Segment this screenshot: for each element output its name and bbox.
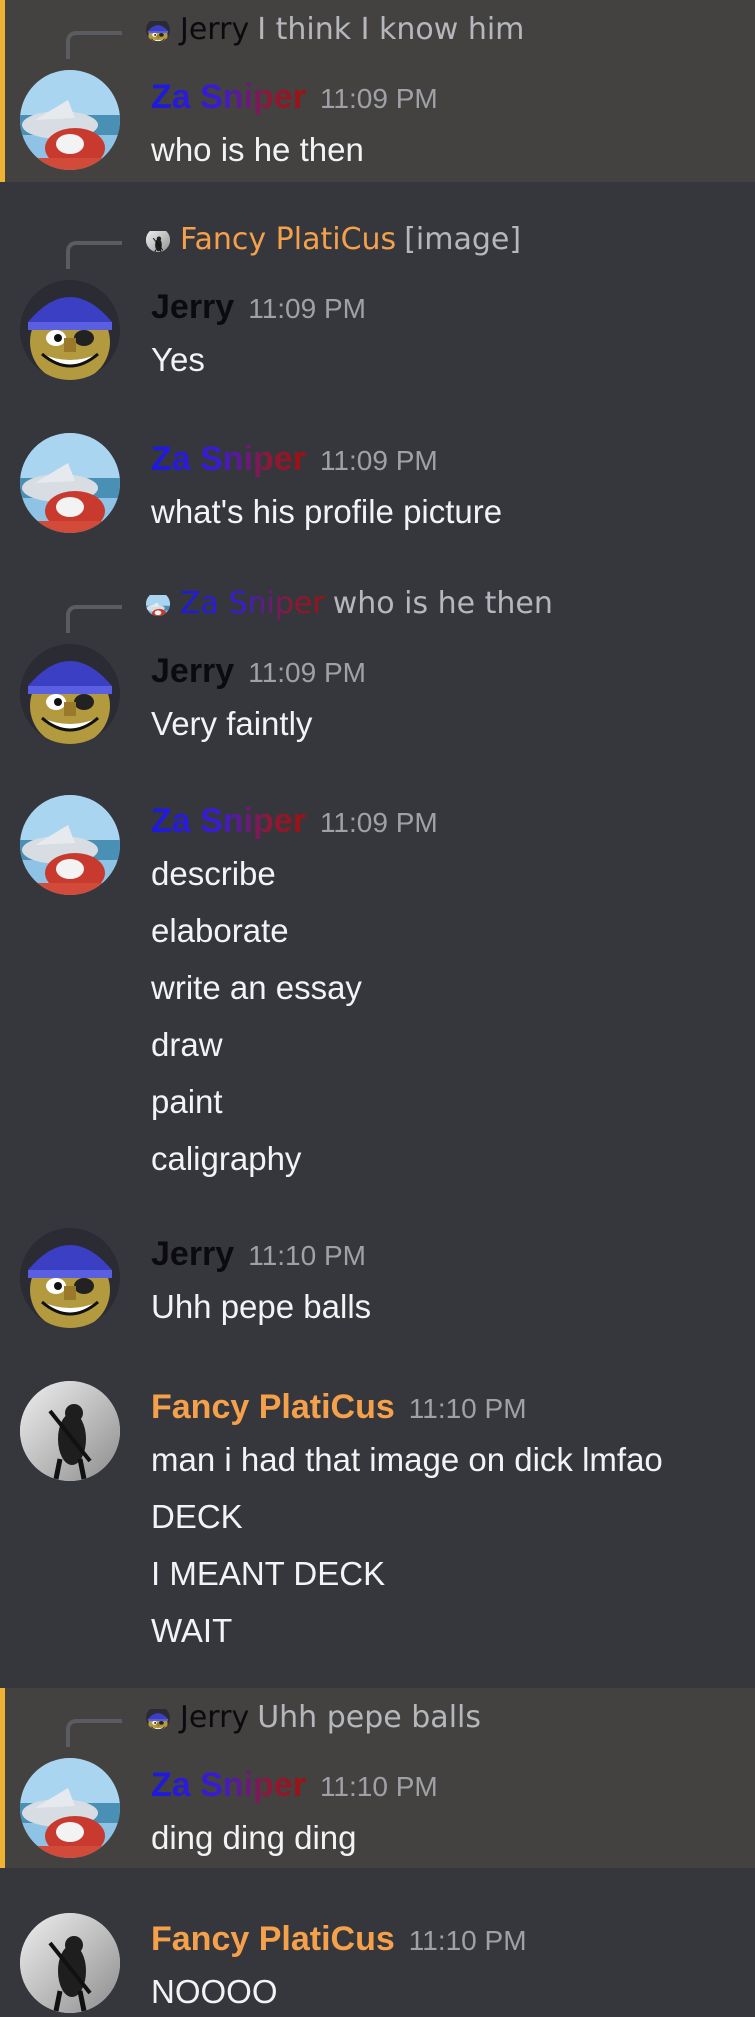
message[interactable]: Fancy PlatiCus 11:10 PM man i had that i…: [0, 1378, 755, 1658]
timestamp: 11:09 PM: [319, 83, 438, 114]
message-text: write an essay: [151, 969, 362, 1006]
username[interactable]: Jerry: [151, 288, 234, 327]
username[interactable]: Fancy PlatiCus: [151, 1388, 395, 1427]
reply-text: who is he then: [332, 586, 553, 621]
message[interactable]: Fancy PlatiCus 11:10 PM NOOOO: [0, 1910, 755, 2017]
username[interactable]: Za Sniper: [151, 1766, 306, 1805]
message-text: DECK: [151, 1498, 243, 1535]
chat-messages: Jerry I think I know him Za Sniper 11:09…: [0, 0, 755, 2017]
avatar[interactable]: [20, 1228, 120, 1328]
message-text: paint: [151, 1083, 223, 1120]
timestamp: 11:09 PM: [319, 807, 438, 838]
message[interactable]: Jerry I think I know him Za Sniper 11:09…: [0, 0, 755, 182]
message-text: who is he then: [151, 131, 364, 168]
message-text: draw: [151, 1026, 223, 1063]
message-text: ding ding ding: [151, 1819, 357, 1856]
message-text: describe: [151, 855, 276, 892]
avatar[interactable]: [20, 280, 120, 380]
message-text: elaborate: [151, 912, 289, 949]
reply-text: [image]: [404, 222, 522, 257]
username[interactable]: Za Sniper: [151, 802, 306, 841]
message-text: man i had that image on dick lmfao: [151, 1441, 663, 1478]
message-text: caligraphy: [151, 1140, 302, 1177]
reply-connector: [66, 31, 122, 59]
avatar[interactable]: [20, 795, 120, 895]
reply-avatar-icon: [146, 592, 170, 616]
username[interactable]: Za Sniper: [151, 78, 306, 117]
username[interactable]: Fancy PlatiCus: [151, 1920, 395, 1959]
timestamp: 11:09 PM: [319, 445, 438, 476]
username[interactable]: Jerry: [151, 1235, 234, 1274]
reply-author[interactable]: Fancy PlatiCus: [180, 222, 396, 258]
avatar[interactable]: [20, 644, 120, 744]
timestamp: 11:09 PM: [248, 657, 366, 688]
message[interactable]: Za Sniper 11:09 PM what's his profile pi…: [0, 430, 755, 560]
avatar[interactable]: [20, 433, 120, 533]
avatar[interactable]: [20, 1758, 120, 1858]
message[interactable]: Za Sniper 11:09 PM describe elaborate wr…: [0, 792, 755, 1192]
message[interactable]: Jerry 11:10 PM Uhh pepe balls: [0, 1225, 755, 1355]
message-text: NOOOO: [151, 1973, 278, 2010]
reply-connector: [66, 1719, 122, 1747]
message[interactable]: Za Sniper who is he then Jerry 11:09 PM …: [0, 574, 755, 759]
timestamp: 11:10 PM: [248, 1240, 366, 1271]
reply-connector: [66, 605, 122, 633]
message-text: Uhh pepe balls: [151, 1288, 372, 1325]
reply-avatar-icon: [146, 1706, 170, 1730]
message-text: Very faintly: [151, 705, 313, 742]
avatar[interactable]: [20, 1913, 120, 2013]
message-text: Yes: [151, 341, 205, 378]
reply-avatar-icon: [146, 228, 170, 252]
timestamp: 11:10 PM: [408, 1393, 527, 1424]
reply-author[interactable]: Jerry: [180, 12, 249, 48]
username[interactable]: Jerry: [151, 652, 234, 691]
timestamp: 11:09 PM: [248, 293, 366, 324]
timestamp: 11:10 PM: [408, 1925, 527, 1956]
message[interactable]: Jerry Uhh pepe balls Za Sniper 11:10 PM …: [0, 1688, 755, 1868]
avatar[interactable]: [20, 70, 120, 170]
reply-author[interactable]: Jerry: [180, 1700, 249, 1736]
reply-text: I think I know him: [257, 12, 525, 47]
reply-avatar-icon: [146, 18, 170, 42]
message-text: what's his profile picture: [151, 493, 503, 530]
reply-connector: [66, 241, 122, 269]
avatar[interactable]: [20, 1381, 120, 1481]
username[interactable]: Za Sniper: [151, 440, 306, 479]
message-text: I MEANT DECK: [151, 1555, 386, 1592]
reply-text: Uhh pepe balls: [257, 1700, 481, 1735]
message[interactable]: Fancy PlatiCus [image] Jerry 11:09 PM Ye…: [0, 210, 755, 395]
reply-author[interactable]: Za Sniper: [180, 586, 325, 622]
message-text: WAIT: [151, 1612, 233, 1649]
timestamp: 11:10 PM: [319, 1771, 438, 1802]
